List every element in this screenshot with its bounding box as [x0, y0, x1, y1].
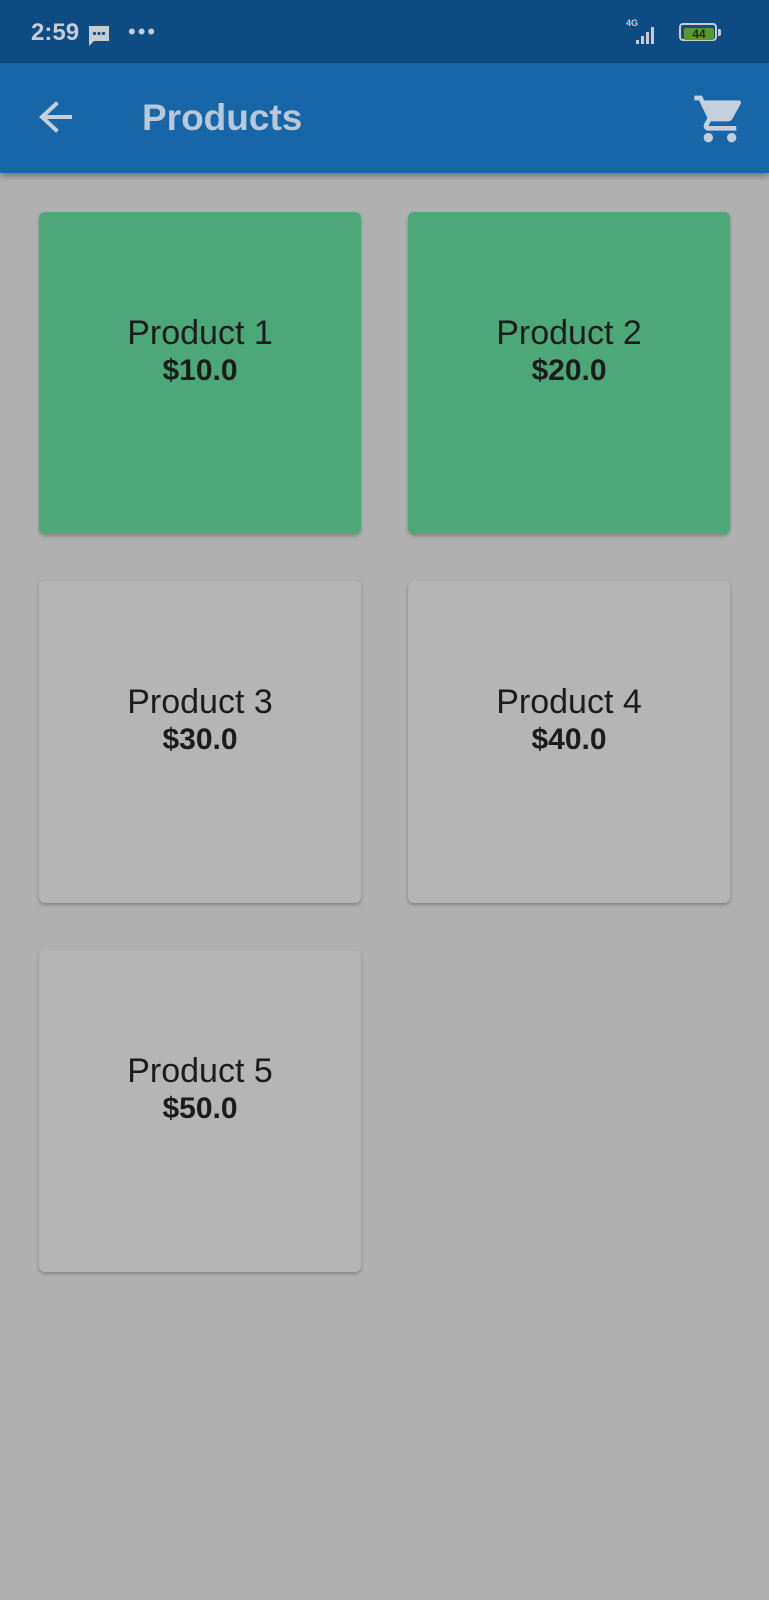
shopping-cart-icon — [694, 95, 742, 143]
product-name: Product 5 — [127, 1052, 273, 1090]
back-button[interactable] — [30, 93, 80, 143]
product-card-3[interactable]: Product 3 $30.0 — [39, 581, 361, 903]
product-card-1[interactable]: Product 1 $10.0 — [39, 212, 361, 534]
app-bar: Products — [0, 63, 769, 173]
status-bar: 2:59 ••• 4G 44 — [0, 0, 769, 63]
product-price: $40.0 — [531, 723, 607, 756]
product-name: Product 4 — [496, 683, 642, 721]
product-card-2[interactable]: Product 2 $20.0 — [408, 212, 730, 534]
cart-button[interactable] — [692, 91, 748, 147]
battery-icon: 44 — [679, 23, 723, 45]
product-price: $20.0 — [531, 354, 607, 387]
status-time: 2:59 — [31, 19, 80, 46]
battery-tip — [718, 29, 721, 36]
battery-body: 44 — [679, 23, 717, 41]
product-name: Product 3 — [127, 683, 273, 721]
product-price: $10.0 — [162, 354, 238, 387]
arrow-left-icon — [39, 101, 72, 133]
page-title: Products — [142, 97, 303, 138]
more-dots-icon: ••• — [128, 19, 158, 44]
message-icon — [87, 24, 111, 48]
product-card-4[interactable]: Product 4 $40.0 — [408, 581, 730, 903]
battery-level: 44 — [684, 28, 714, 40]
product-price: $50.0 — [162, 1092, 238, 1125]
product-name: Product 2 — [496, 314, 642, 352]
product-price: $30.0 — [162, 723, 238, 756]
signal-icon: 4G — [626, 18, 670, 48]
product-card-5[interactable]: Product 5 $50.0 — [39, 950, 361, 1272]
product-name: Product 1 — [127, 314, 273, 352]
